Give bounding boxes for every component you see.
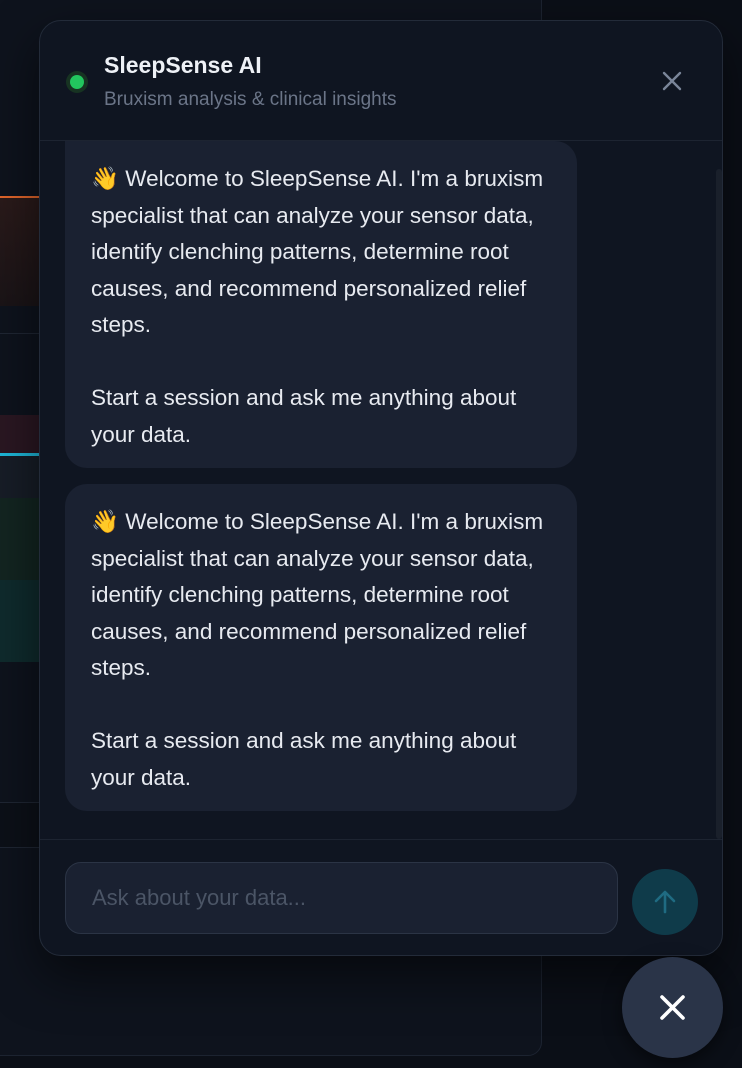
chat-header: SleepSense AI Bruxism analysis & clinica… (40, 21, 722, 141)
close-icon (662, 71, 682, 91)
chat-panel: SleepSense AI Bruxism analysis & clinica… (39, 20, 723, 956)
online-status-indicator (66, 71, 88, 93)
chat-title: SleepSense AI (104, 52, 262, 78)
chat-subtitle: Bruxism analysis & clinical insights (104, 89, 397, 110)
assistant-message: 👋 Welcome to SleepSense AI. I'm a bruxis… (65, 141, 577, 468)
message-scrollbar[interactable] (716, 169, 722, 839)
chat-toggle-close-button[interactable] (622, 957, 723, 1058)
send-button[interactable] (632, 869, 698, 935)
chat-composer (40, 839, 722, 955)
message-list[interactable]: 👋 Welcome to SleepSense AI. I'm a bruxis… (40, 141, 722, 839)
close-icon (660, 995, 685, 1020)
arrow-up-icon (654, 890, 676, 914)
close-chat-button[interactable] (658, 67, 686, 95)
assistant-message: 👋 Welcome to SleepSense AI. I'm a bruxis… (65, 484, 577, 811)
chat-input[interactable] (65, 862, 618, 934)
